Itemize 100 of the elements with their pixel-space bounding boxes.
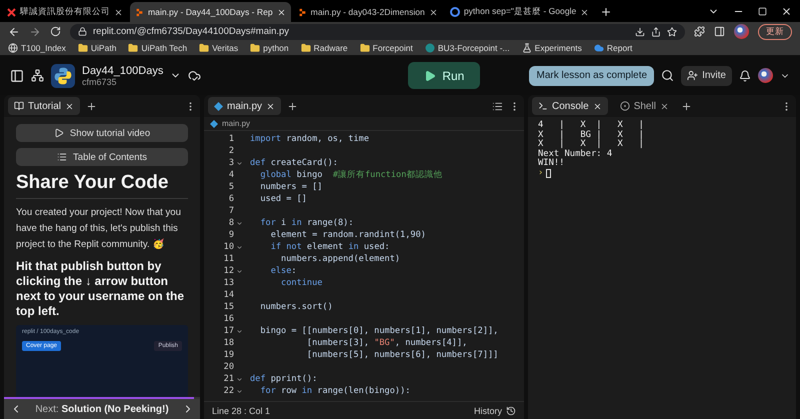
owner-name: cfm6735 (82, 76, 118, 86)
fold-icon[interactable] (236, 220, 242, 226)
line-number: 13 (222, 278, 234, 288)
close-icon[interactable] (592, 102, 602, 110)
line-number: 21 (222, 374, 234, 384)
add-tab-icon[interactable] (287, 100, 298, 112)
folder-icon (360, 43, 370, 53)
add-tab-icon[interactable] (680, 100, 692, 112)
code-line: def createCard(): (249, 158, 338, 168)
close-icon[interactable] (266, 102, 276, 110)
bookmark[interactable]: Experiments (522, 43, 582, 53)
code-line: for i in range(8): (259, 218, 354, 228)
close-icon[interactable] (660, 102, 669, 110)
cursor-position: Line 28 : Col 1 (212, 406, 270, 416)
browser-tab[interactable]: main.py - Day44_100Days - Rep (130, 2, 291, 22)
cloud-icon (594, 43, 604, 53)
extensions-icon[interactable] (694, 26, 705, 37)
line-number: 1 (228, 134, 234, 144)
browser-tab[interactable]: python sep="是甚麼 - Google (444, 2, 594, 22)
console-output: 4 | X | X | (538, 121, 645, 130)
profile-avatar[interactable] (734, 24, 749, 39)
folder-icon (78, 43, 88, 53)
bookmark[interactable]: Report (594, 43, 632, 53)
fold-icon[interactable] (236, 244, 242, 250)
code-line: for row in range(len(bingo)): (259, 386, 410, 396)
sidebar-toggle-icon[interactable] (10, 68, 24, 82)
side-panel-icon[interactable] (714, 26, 725, 37)
bookmark[interactable]: UiPath (78, 43, 116, 53)
line-number: 20 (222, 362, 234, 372)
bookmark[interactable]: Forcepoint (360, 43, 413, 53)
invite-button[interactable]: Invite (681, 66, 732, 86)
panel-tab[interactable]: Console (532, 97, 608, 115)
browser-tab[interactable]: 驊誠資訊股份有限公司 (2, 2, 128, 22)
console-output: Next Number: 4 (538, 150, 614, 158)
code-line: import random, os, time (249, 134, 370, 144)
code-line: numbers = [] (259, 182, 322, 192)
panel-tab[interactable]: Shell (614, 97, 675, 115)
share-icon[interactable] (651, 26, 661, 36)
restore-icon[interactable] (758, 7, 767, 16)
fold-icon[interactable] (236, 376, 242, 382)
line-number: 22 (222, 386, 234, 396)
file-tab[interactable]: main.py (208, 97, 282, 115)
console-output: WIN!! (538, 159, 566, 168)
bell-icon[interactable] (739, 70, 751, 82)
code-line: [numbers[3], "BG", numbers[4]], (306, 338, 468, 348)
search-icon[interactable] (661, 69, 674, 82)
browser-tab[interactable]: main.py - day043-2Dimension (292, 2, 443, 22)
bookmark[interactable]: Veritas (199, 43, 238, 53)
tutorial-video-button[interactable]: Show tutorial video (16, 124, 188, 142)
table-of-contents-button[interactable]: Table of Contents (16, 148, 188, 166)
new-tab-icon[interactable] (600, 6, 612, 18)
bookmark[interactable]: UiPath Tech (128, 43, 188, 53)
forward-icon[interactable] (29, 26, 41, 38)
code-line: numbers.append(element) (280, 254, 400, 264)
code-line: bingo = [[numbers[0], numbers[1], numbers[2]], (259, 326, 498, 336)
bookmark[interactable]: python (250, 43, 289, 53)
line-number: 14 (222, 290, 234, 300)
add-tab-icon[interactable] (86, 100, 97, 112)
user-plus-icon (687, 70, 698, 81)
line-number: 5 (228, 182, 234, 192)
mark-complete-button[interactable]: Mark lesson as complete (529, 66, 654, 86)
close-icon[interactable] (428, 8, 438, 16)
terminal-icon (538, 101, 548, 111)
star-icon[interactable] (667, 26, 677, 36)
address-bar[interactable]: replit.com/@cfm6735/Day44100Days#main.py (70, 24, 685, 40)
back-icon[interactable] (8, 26, 20, 38)
panel-tab[interactable]: Tutorial (8, 97, 80, 115)
file-name: main.py (222, 119, 250, 128)
update-button[interactable]: 更新 (758, 24, 792, 40)
close-icon[interactable] (114, 8, 123, 16)
reload-icon[interactable] (50, 26, 61, 37)
bookmark[interactable]: T100_Index (8, 43, 66, 53)
folder-icon (199, 43, 210, 53)
tree-icon[interactable] (31, 69, 44, 82)
tutorial-paragraph: You created your project! Now that you have the hang of this, let's publish this project to the Replit community. 🥳 (16, 206, 182, 252)
console-output: X | BG | X | (538, 130, 645, 140)
folder-icon (128, 43, 138, 53)
close-icon[interactable] (64, 102, 74, 110)
fold-icon[interactable] (236, 268, 242, 274)
install-icon[interactable] (635, 26, 645, 36)
bookmark[interactable]: Radware (300, 43, 348, 53)
fold-icon[interactable] (236, 328, 242, 334)
fold-icon[interactable] (236, 388, 242, 394)
user-avatar[interactable] (758, 68, 773, 83)
outline-icon[interactable] (492, 100, 503, 112)
line-number: 2 (228, 146, 234, 156)
fold-icon[interactable] (236, 160, 242, 166)
google-icon (450, 7, 460, 17)
play-icon (54, 128, 64, 138)
bookmark[interactable]: BU3-Forcepoint -... (424, 43, 510, 53)
line-number: 9 (228, 230, 234, 240)
close-icon[interactable] (781, 6, 792, 17)
line-number: 8 (228, 218, 234, 228)
tutorial-instruction: Hit that publish button by clicking the ↓ arrow button next to your username on the top left. (16, 259, 186, 319)
book-icon (14, 101, 24, 111)
close-icon[interactable] (580, 8, 590, 16)
run-button[interactable]: Run (408, 62, 480, 89)
history-button[interactable]: History (474, 406, 516, 416)
line-number: 12 (222, 266, 234, 276)
close-icon[interactable] (276, 8, 286, 16)
